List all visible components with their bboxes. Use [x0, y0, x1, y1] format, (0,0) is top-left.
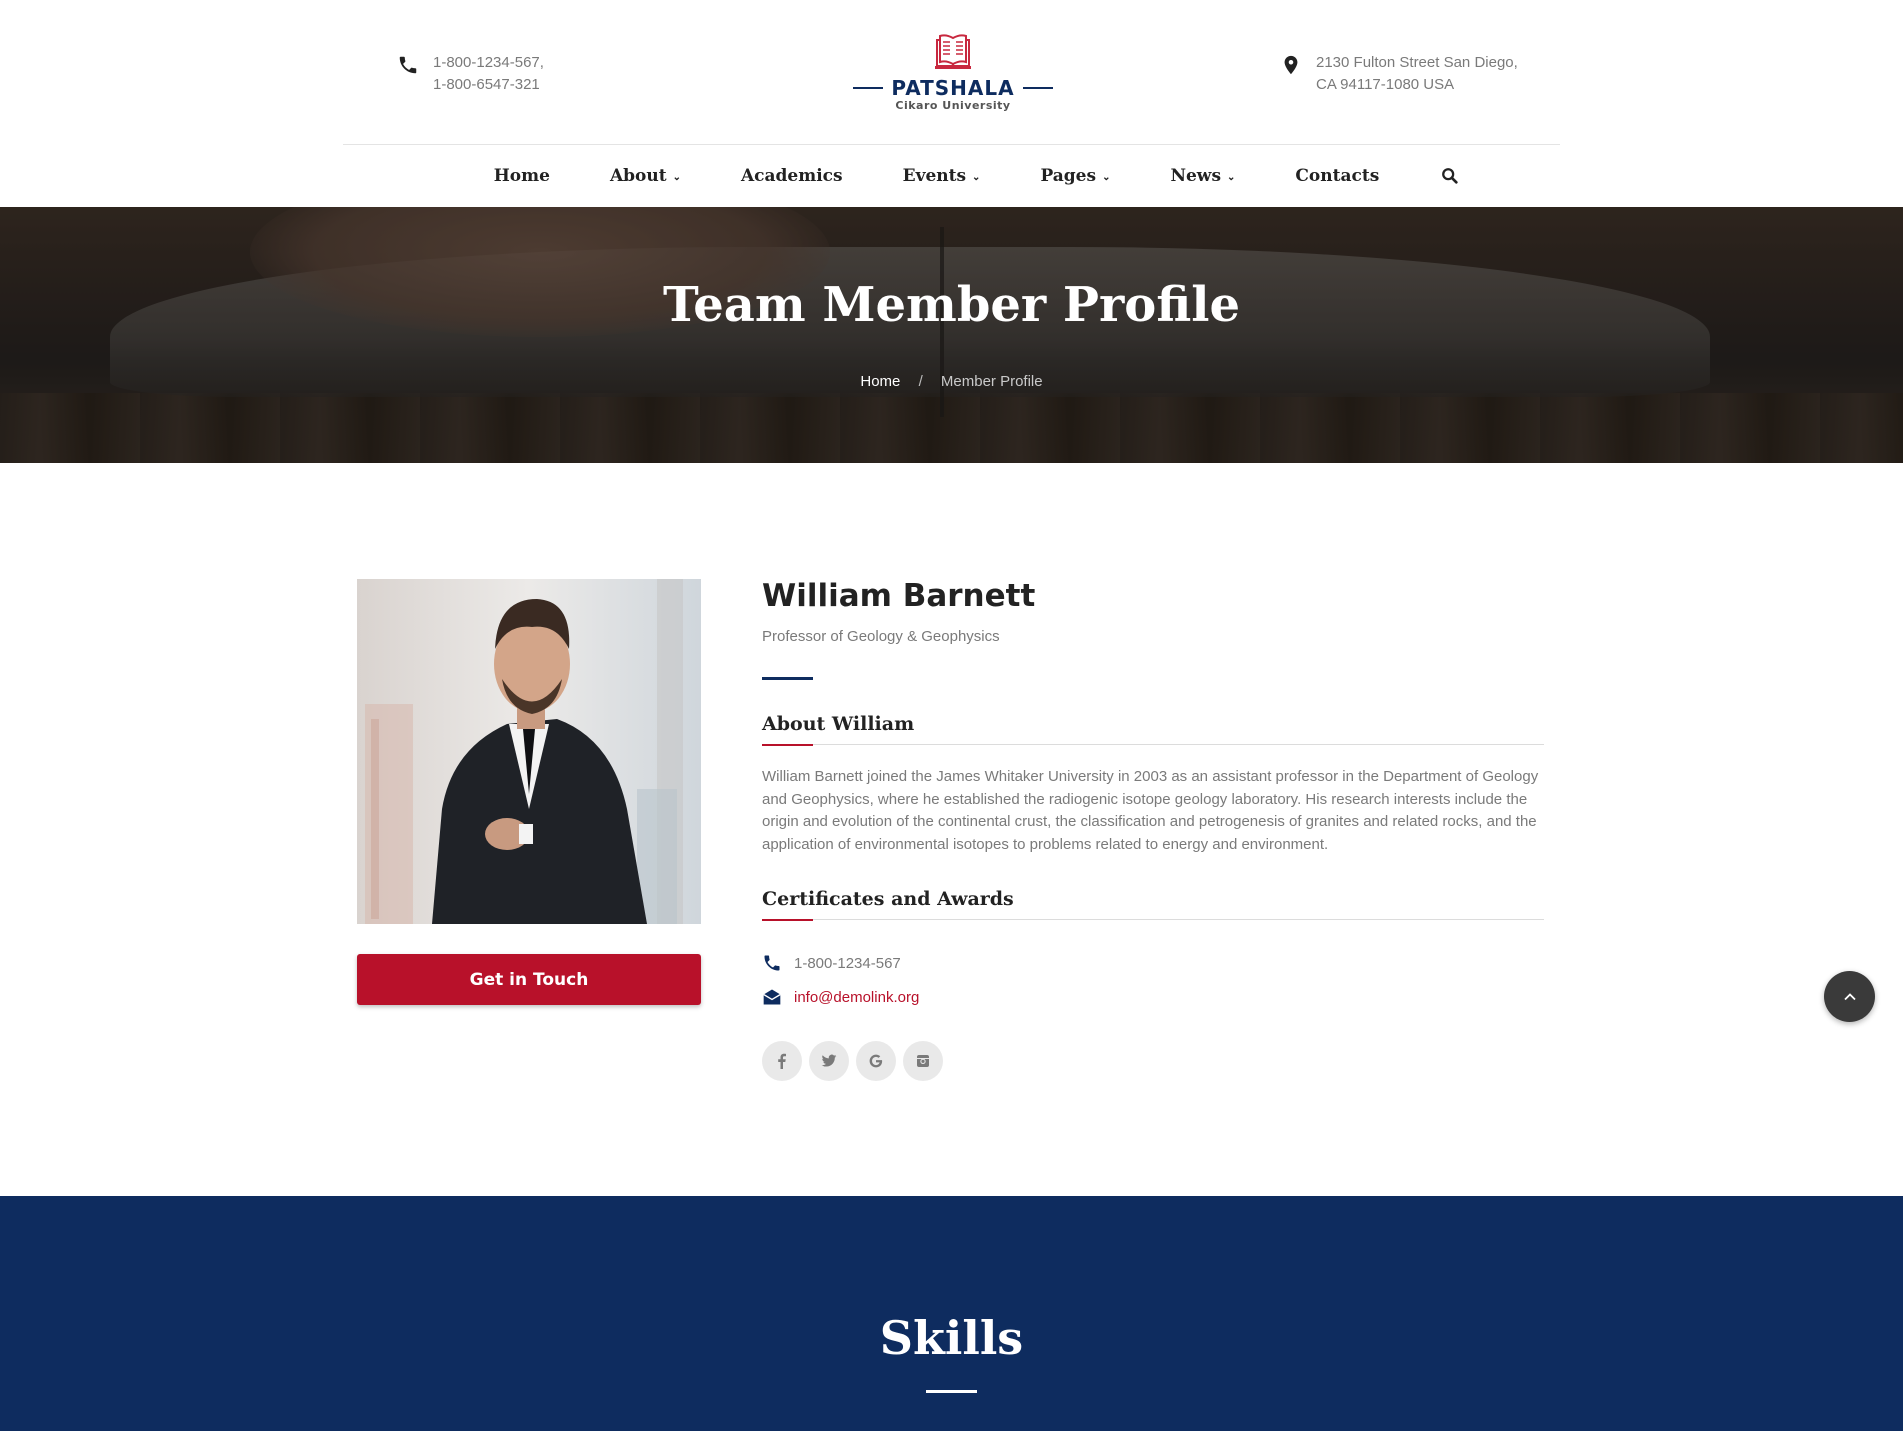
- header-top: 1-800-1234-567, 1-800-6547-321 PATSHALA …: [343, 0, 1560, 145]
- book-logo-icon: [935, 34, 971, 69]
- nav-item-academics[interactable]: Academics: [711, 166, 873, 186]
- facebook-icon[interactable]: [762, 1041, 802, 1081]
- phone-line-2[interactable]: 1-800-6547-321: [433, 74, 544, 96]
- scroll-to-top-button[interactable]: [1824, 971, 1875, 1022]
- skills-divider: [926, 1390, 977, 1393]
- nav-item-home[interactable]: Home: [464, 166, 580, 186]
- main-nav: Home About ⌄ Academics Events ⌄ Pages ⌄ New…: [0, 145, 1903, 207]
- search-icon[interactable]: [1441, 167, 1459, 185]
- nav-item-events[interactable]: Events ⌄: [873, 166, 1011, 186]
- certificates-heading-accent: [762, 919, 813, 921]
- phone-line-1[interactable]: 1-800-1234-567,: [433, 52, 544, 74]
- breadcrumb-separator: /: [918, 373, 923, 390]
- nav-item-pages[interactable]: Pages ⌄: [1010, 166, 1140, 186]
- member-name: William Barnett: [762, 578, 1036, 614]
- chevron-down-icon: ⌄: [972, 171, 981, 183]
- skills-section: Skills: [0, 1196, 1903, 1431]
- phone-icon: [399, 56, 417, 74]
- page-title: Team Member Profile: [663, 277, 1240, 333]
- header-phone: 1-800-1234-567, 1-800-6547-321: [397, 52, 544, 96]
- chevron-down-icon: ⌄: [672, 171, 681, 183]
- certificates-heading: Certificates and Awards: [762, 888, 1014, 910]
- chevron-down-icon: ⌄: [1227, 171, 1236, 183]
- profile-photo: [357, 579, 701, 924]
- google-icon[interactable]: [856, 1041, 896, 1081]
- map-pin-icon: [1284, 55, 1298, 75]
- about-heading: About William: [762, 713, 915, 735]
- address-line-2: CA 94117-1080 USA: [1316, 76, 1455, 93]
- about-heading-accent: [762, 744, 813, 746]
- twitter-icon[interactable]: [809, 1041, 849, 1081]
- page-hero: Team Member Profile Home / Member Profil…: [0, 207, 1903, 463]
- instagram-icon[interactable]: [903, 1041, 943, 1081]
- skills-title: Skills: [879, 1311, 1024, 1365]
- member-position: Professor of Geology & Geophysics: [762, 628, 1000, 645]
- logo-title: PATSHALA: [891, 76, 1015, 100]
- social-links: [762, 1041, 943, 1081]
- chevron-down-icon: ⌄: [1102, 171, 1111, 183]
- about-text: William Barnett joined the James Whitake…: [762, 768, 1539, 853]
- nav-item-contacts[interactable]: Contacts: [1265, 166, 1409, 186]
- get-in-touch-button[interactable]: Get in Touch: [357, 954, 701, 1005]
- member-phone[interactable]: 1-800-1234-567: [794, 955, 901, 972]
- header-address: 2130 Fulton Street San Diego, CA 94117-1…: [1280, 52, 1518, 96]
- nav-item-about[interactable]: About ⌄: [580, 166, 711, 186]
- address-line-1: 2130 Fulton Street San Diego,: [1316, 54, 1518, 71]
- breadcrumb-home[interactable]: Home: [860, 373, 900, 390]
- phone-icon: [764, 955, 780, 971]
- member-phone-row: 1-800-1234-567: [762, 953, 901, 973]
- certificates-heading-rule: [762, 919, 1544, 920]
- envelope-open-icon: [763, 989, 781, 1005]
- logo-subtitle: Cikaro University: [895, 99, 1011, 112]
- member-email[interactable]: info@demolink.org: [794, 989, 919, 1006]
- nav-item-news[interactable]: News ⌄: [1140, 166, 1265, 186]
- chevron-up-icon: [1843, 992, 1856, 1000]
- breadcrumb-current: Member Profile: [940, 373, 1043, 390]
- member-email-row: info@demolink.org: [762, 987, 919, 1007]
- name-divider: [762, 677, 813, 680]
- about-heading-rule: [762, 744, 1544, 745]
- site-logo[interactable]: PATSHALA Cikaro University: [853, 32, 1053, 112]
- breadcrumb: Home / Member Profile: [0, 373, 1903, 390]
